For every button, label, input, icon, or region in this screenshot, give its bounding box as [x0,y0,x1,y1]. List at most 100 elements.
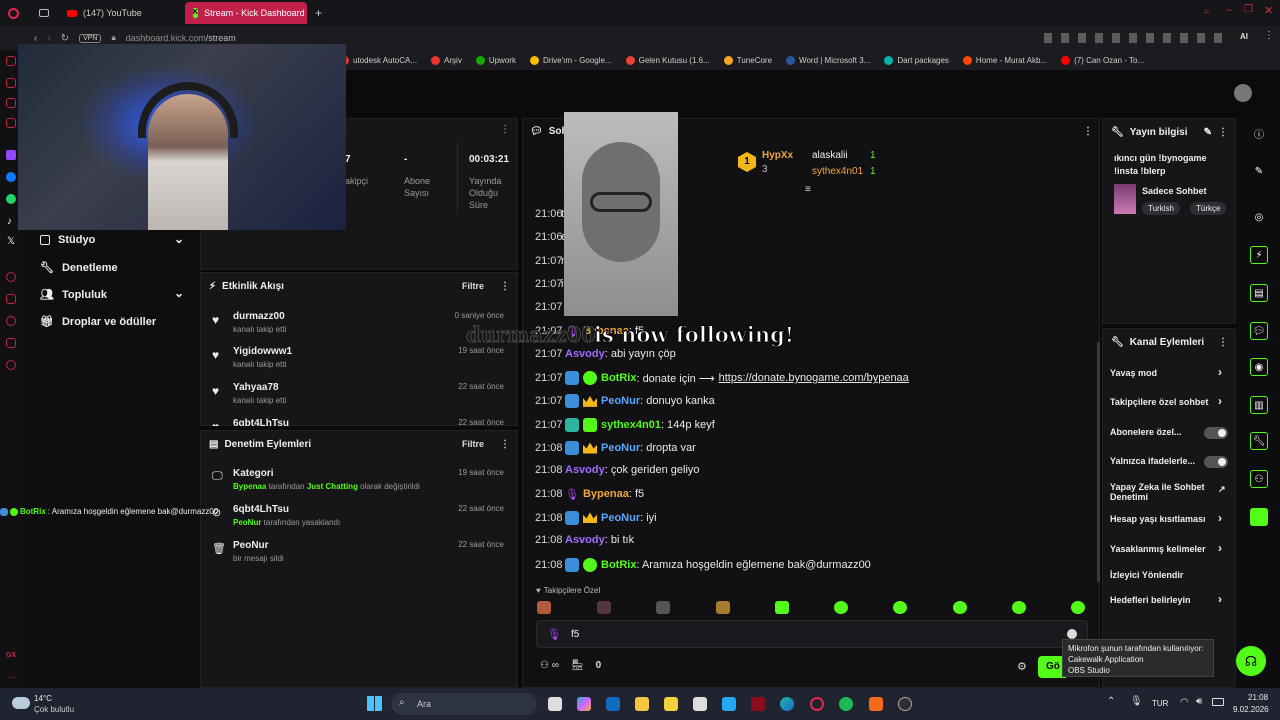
emote-7[interactable] [893,601,907,614]
start-icon[interactable] [367,696,382,711]
modlog-target[interactable]: Just Chatting [307,482,358,491]
task-view-icon[interactable] [548,697,562,711]
edge-icon[interactable] [780,697,794,711]
nav-studio[interactable]: Stüdyo [40,234,95,246]
message-user[interactable]: Asvody [565,348,605,360]
bookmark-item[interactable]: utodesk AutoCA... [340,55,417,65]
broadcast-icon[interactable]: ◉ [1250,358,1268,376]
emote-5[interactable] [775,601,789,614]
leader-1-name[interactable]: HypXx [762,150,793,161]
bookmark-item[interactable]: (7) Can Ozan - To... [1061,55,1144,65]
emoji-icon[interactable] [1067,629,1077,639]
modlog-item[interactable]: 🗑︎ PeoNur bir mesajı sildi 22 saat önce [212,540,512,563]
emote-9[interactable] [1012,601,1026,614]
tab-youtube[interactable]: (147) YouTube [59,2,179,24]
chat-message[interactable]: 21:07 BotRix: donate için ⟶ https://donat… [535,371,909,386]
menu-icon[interactable]: ⋮ [1264,30,1274,41]
wrench-icon[interactable]: 🔧︎ [1250,432,1268,450]
taskbar-search[interactable]: ⌕ Ara [391,693,537,715]
external-link-icon[interactable]: ↗ [1218,484,1226,495]
message-user[interactable]: PeoNur [601,395,640,407]
chat-message[interactable]: 21:08 Asvody: bi tık [535,534,634,546]
copilot-icon[interactable] [577,697,591,711]
x-icon[interactable]: 𝕏 [7,236,15,247]
edit-icon[interactable]: ✎ [1204,127,1212,138]
clock-time[interactable]: 21:08 [1248,693,1268,702]
volume-icon[interactable]: 🔊︎ [1196,696,1202,707]
emote-1[interactable] [537,601,551,614]
chat-input[interactable]: 🎙︎ f5 [536,620,1088,648]
activity-item[interactable]: ♥6qbt4LhTsu22 saat önce [212,418,512,426]
bookmark-item[interactable]: Dart packages [884,55,949,65]
extensions-icons[interactable] [1044,33,1224,43]
chat-message[interactable]: 21:07 [535,301,563,313]
tab-kick-dashboard[interactable]: K Stream - Kick Dashboard [185,2,307,24]
chevron-right-icon[interactable]: › [1218,541,1222,555]
app-orange-icon[interactable] [869,697,883,711]
chevron-up-icon[interactable]: ⌃ [1107,696,1115,707]
target-icon[interactable]: ◎ [1250,208,1268,226]
modlog-actor[interactable]: PeoNur [233,518,261,527]
collapse-icon[interactable]: ≡ [805,184,811,195]
chat-message[interactable]: 21:08 PeoNur: dropta var [535,441,696,455]
tag-turkce[interactable]: Türkçe [1190,202,1227,215]
url-field[interactable]: dashboard.kick.com/stream [126,33,236,43]
edit-icon[interactable]: ✎ [1250,162,1268,180]
channel-action-item[interactable]: İzleyici Yönlendir [1110,570,1183,580]
message-user[interactable]: Asvody [565,534,605,546]
language-indicator[interactable]: TUR [1152,699,1168,708]
chat-message[interactable]: 21:06 t [535,208,564,220]
channel-action-item[interactable]: Yavaş mod [1110,368,1157,378]
maximize-button[interactable]: ❐ [1244,4,1253,15]
bookmark-item[interactable]: Drive'ım - Google... [529,55,612,65]
bookmark-item[interactable]: Upwork [475,55,516,65]
chat-icon[interactable]: 💬︎ [1250,322,1268,340]
chat-message[interactable]: 21:07 Asvody: abi yayın çöp [535,348,676,360]
obs-icon[interactable] [898,697,912,711]
channel-action-item[interactable]: Yasaklanmış kelimeler [1110,544,1206,554]
activity-filter-button[interactable]: Filtre [462,281,484,291]
channel-action-item[interactable]: Takipçilere özel sohbet [1110,397,1208,407]
stream-info-menu-icon[interactable]: ⋮ [1218,127,1228,138]
message-user[interactable]: Asvody [565,464,605,476]
nav-moderation[interactable]: 🔧︎ Denetleme [40,261,118,275]
toggle-switch[interactable] [1204,456,1228,468]
bookmark-item[interactable]: Home - Murat Akb... [962,55,1047,65]
chat-users-icon[interactable]: ⚇ ∞ [540,660,559,671]
wallet-icon[interactable] [6,294,16,304]
chat-message[interactable]: 21:08 PeoNur: iyi [535,510,657,525]
ai-button[interactable]: AI [1240,32,1248,41]
whatsapp-icon[interactable] [6,194,16,204]
tiktok-icon[interactable]: ♪ [7,216,12,227]
layout-icon[interactable]: ▥ [1250,396,1268,414]
activity-item[interactable]: ♥ Yigidowww1 kanalı takip etti 19 saat önce [212,346,512,369]
twitch-icon[interactable] [6,150,16,160]
reload-icon[interactable]: ↻ [61,33,69,44]
user-avatar[interactable] [1234,84,1252,102]
modlog-menu-icon[interactable]: ⋮ [500,439,510,450]
channel-action-item[interactable]: Abonelere özel... [1110,427,1182,437]
chevron-right-icon[interactable]: › [1218,394,1222,408]
bookmark-item[interactable]: TuneCore [723,55,772,65]
weather-temp[interactable]: 14°C [34,694,52,703]
bookmark-item[interactable]: Arşiv [431,55,462,65]
wifi-icon[interactable]: ◠ [1180,697,1189,708]
channel-actions-menu-icon[interactable]: ⋮ [1218,337,1228,348]
opera-logo-icon[interactable] [8,7,19,19]
vscode-icon[interactable] [722,697,736,711]
plugin-icon[interactable] [1250,508,1268,526]
message-user[interactable]: sythex4n01 [601,419,661,431]
scrollbar[interactable] [1097,342,1100,582]
people-icon[interactable]: ⚇ [1250,470,1268,488]
chevron-right-icon[interactable]: › [1218,365,1222,379]
sidebar-icon-1[interactable] [6,56,16,66]
chat-message[interactable]: 21:08 🎙︎ Bypenaa: f5 [535,488,644,501]
sticky-notes-icon[interactable] [664,697,678,711]
sidebar-icon-3[interactable] [6,98,16,108]
chevron-right-icon[interactable]: › [1218,592,1222,606]
channel-action-item[interactable]: Yapay Zeka ile Sohbet Denetimi [1110,482,1214,502]
emote-2[interactable] [597,601,611,614]
app-red-icon[interactable] [751,697,765,711]
chevron-right-icon[interactable]: › [1218,511,1222,525]
gx-icon[interactable]: GX [6,652,16,659]
